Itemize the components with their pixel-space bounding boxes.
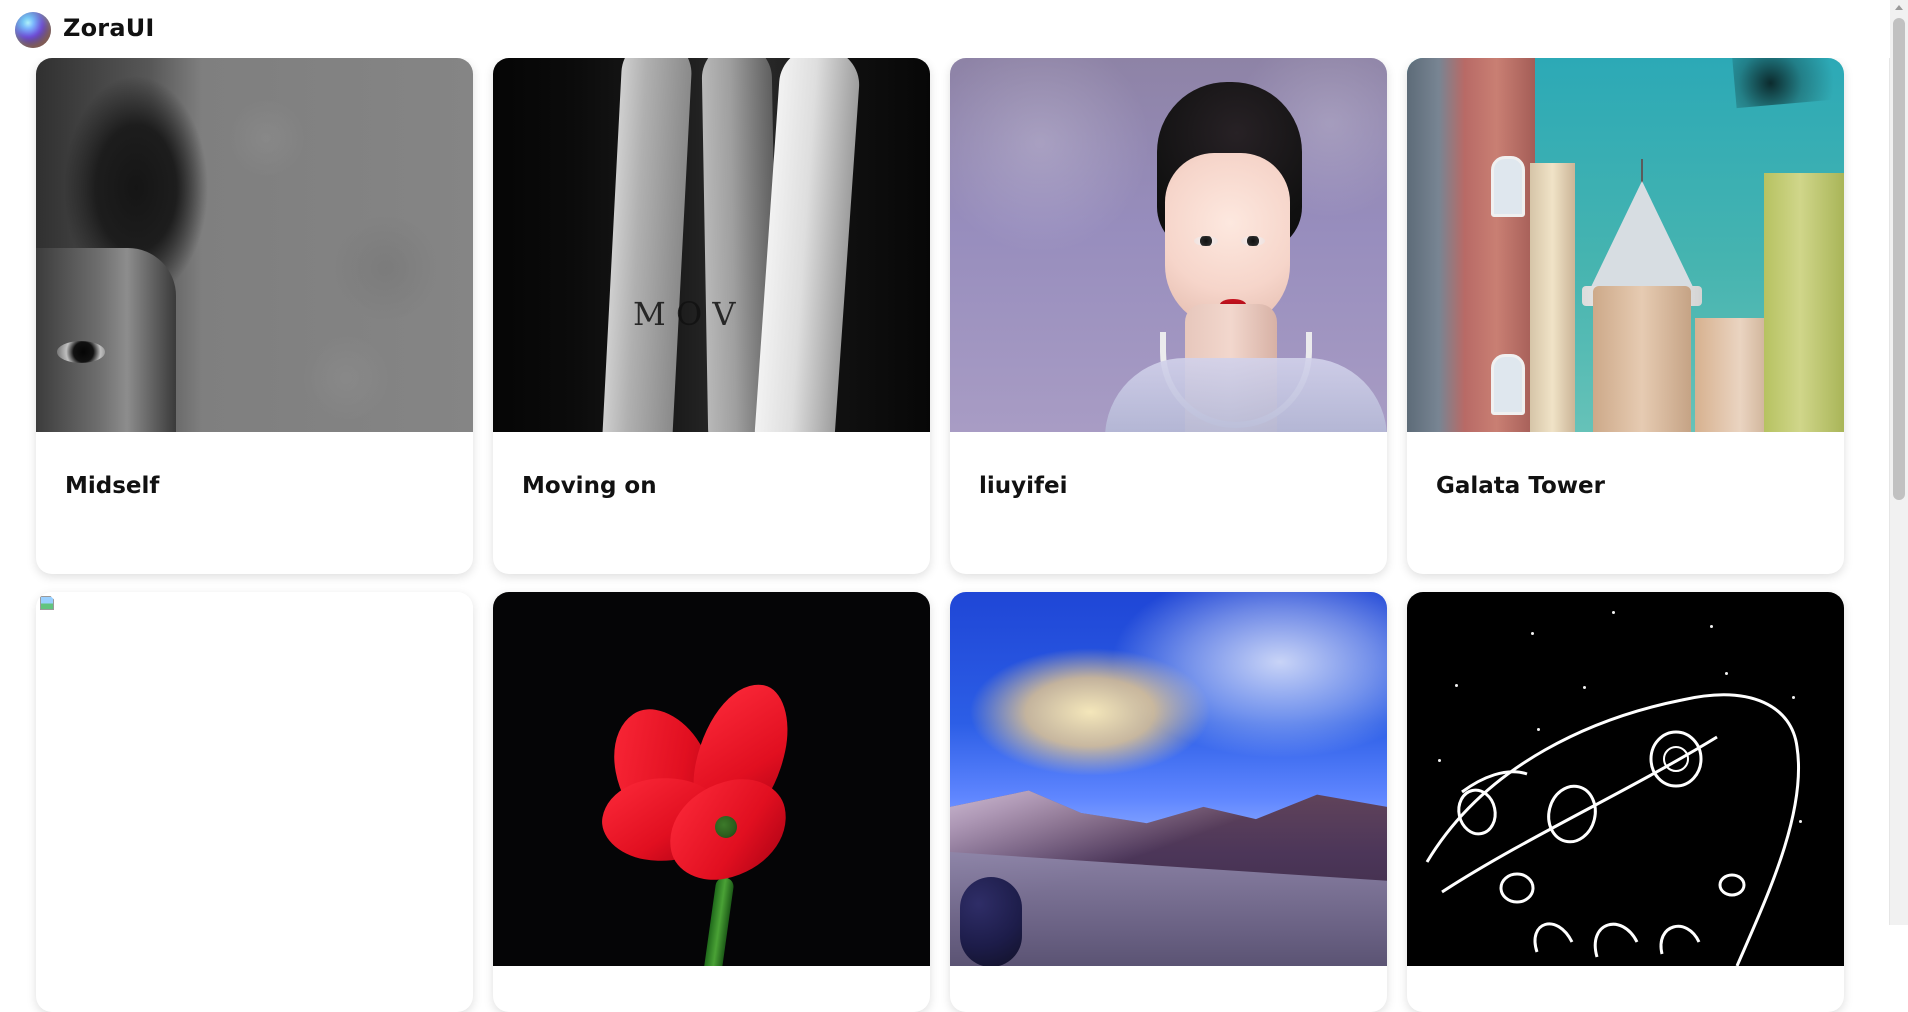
car-mirror [960,877,1022,966]
card-image [36,58,473,432]
face-shadow [36,248,176,432]
card-image [950,592,1387,966]
stone-wall-texture [226,58,473,432]
eye-right [1241,236,1265,246]
gallery-card[interactable]: M O V Moving on [493,58,930,574]
window [1491,354,1525,415]
page-scrollbar[interactable] [1889,0,1908,925]
card-image: M O V [493,58,930,432]
brand-name[interactable]: ZoraUI [63,14,155,42]
flower-center [715,816,737,838]
gallery-card[interactable] [1407,592,1844,1012]
card-image [36,592,473,966]
dress-shape [1105,358,1387,432]
gallery-card[interactable] [950,592,1387,1012]
gallery-card[interactable] [36,592,473,1012]
eye-left [1194,236,1218,246]
card-image [950,58,1387,432]
building-middle [1530,163,1575,432]
flower-stem [697,876,735,966]
app-header: ZoraUI [0,0,1890,58]
gallery-card[interactable]: Galata Tower [1407,58,1844,574]
window [1491,156,1525,217]
card-image [1407,592,1844,966]
card-title: liuyifei [979,473,1068,499]
gallery-card[interactable] [493,592,930,1012]
scroll-thumb[interactable] [1893,18,1905,500]
leg-shape [600,58,694,432]
card-title: Moving on [522,473,657,499]
gallery-card[interactable]: liuyifei [950,58,1387,574]
tower-body [1593,286,1691,432]
building-left [1407,58,1535,432]
card-image [493,592,930,966]
building-right [1764,173,1844,432]
tower-roof [1590,181,1694,289]
card-title: Midself [65,473,160,499]
tree-branches [1731,58,1844,109]
eye-detail [57,341,105,363]
planet-doodle [1425,693,1801,966]
gallery-card[interactable]: Midself [36,58,473,574]
logo-orb-icon[interactable] [15,12,51,48]
tattoo-text: M O V [633,295,736,333]
card-image [1407,58,1844,432]
card-title: Galata Tower [1436,473,1605,499]
broken-image-icon [40,596,54,610]
scroll-up-arrow-icon[interactable] [1895,5,1903,10]
